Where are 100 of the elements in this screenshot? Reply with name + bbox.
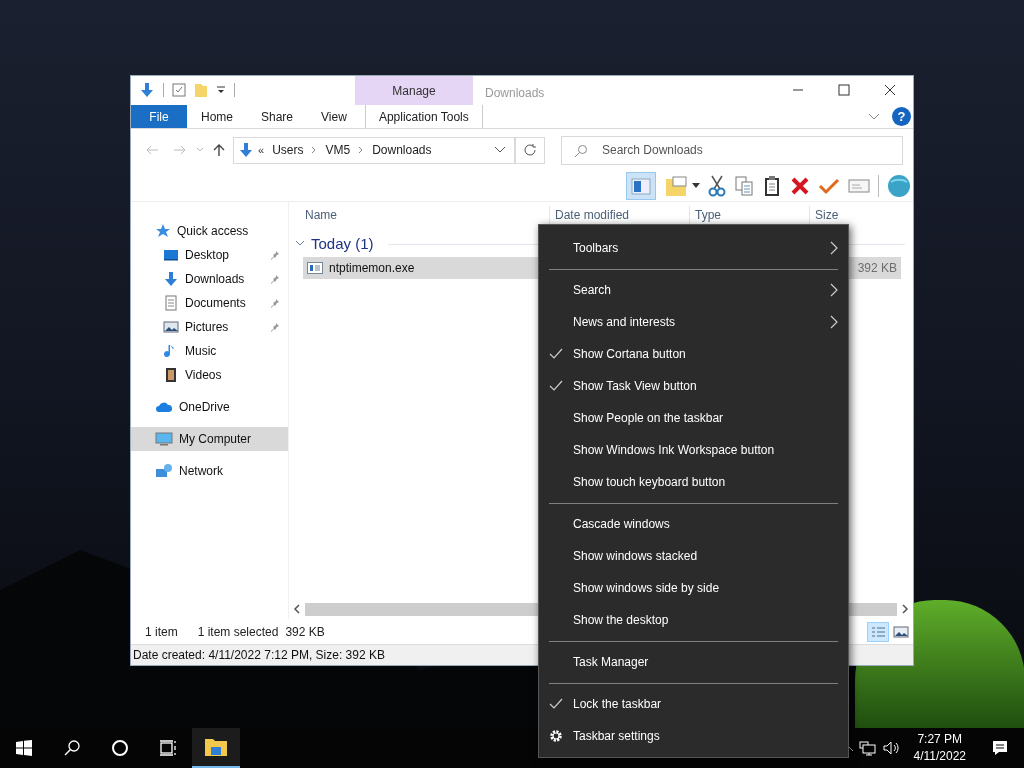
menu-item[interactable]: Show windows stacked [539,540,848,572]
refresh-button[interactable] [515,136,545,164]
history-caret-icon[interactable] [494,146,506,154]
item-count: 1 item [145,623,178,641]
ribbon-tab[interactable]: Application Tools [364,105,483,128]
chevron-icon [358,146,365,154]
scroll-left-icon [293,604,301,614]
nav-label: OneDrive [179,399,231,416]
nav-item[interactable]: Music [131,339,288,363]
help-button[interactable]: ? [892,107,911,126]
address-bar[interactable]: « Users VM5 Downloads [233,136,515,164]
nav-label: My Computer [179,431,253,448]
search-field[interactable]: Search Downloads [561,135,903,165]
download-arrow-icon [163,271,179,287]
group-header[interactable]: Today (1) [311,232,374,256]
caret-icon[interactable] [692,183,700,189]
desktop-icon [163,247,179,263]
scissors-icon[interactable] [708,175,726,197]
menu-item[interactable]: Show People on the taskbar [539,402,848,434]
menu-item[interactable]: Lock the taskbar [539,688,848,720]
breadcrumb[interactable]: Downloads [372,141,432,159]
menu-item[interactable]: Cascade windows [539,508,848,540]
nav-label: Music [185,343,218,360]
menu-label: Show People on the taskbar [573,410,725,427]
up-icon [212,143,226,157]
column-header[interactable]: Date modified [549,205,689,224]
nav-item[interactable]: Desktop [131,243,288,267]
menu-item[interactable]: Show windows side by side [539,572,848,604]
expand-ribbon-icon[interactable] [868,112,880,121]
volume-icon [882,740,901,756]
ribbon-tab[interactable]: Share [247,105,308,128]
scroll-right-icon [901,604,909,614]
clock-time: 7:27 PM [917,731,963,748]
menu-label: Show windows stacked [573,548,699,565]
delete-icon[interactable] [790,176,810,196]
properties-icon[interactable] [172,83,186,97]
start-icon [16,740,32,756]
breadcrumb[interactable]: Users [272,141,304,159]
customize-caret-icon[interactable] [216,85,226,95]
clock[interactable]: 7:27 PM 4/11/2022 [903,731,976,765]
nav-item[interactable]: Pictures [131,315,288,339]
download-arrow-icon[interactable] [139,82,155,98]
selection-size: 392 KB [285,623,325,641]
nav-item[interactable]: Quick access [131,219,288,243]
breadcrumb-overflow[interactable]: « [258,141,265,159]
film-icon [163,367,179,383]
collapse-chevron-icon[interactable] [295,240,305,248]
file-size: 392 KB [857,260,898,277]
clipboard-icon[interactable] [762,175,782,197]
menu-item[interactable]: Toolbars [539,232,848,264]
nav-item[interactable]: Downloads [131,267,288,291]
ribbon-tab[interactable]: View [307,105,361,128]
refresh-icon [523,143,537,157]
ribbon-tab[interactable]: File [131,105,187,128]
column-header[interactable]: Size [809,205,889,224]
nav-item[interactable]: My Computer [131,427,288,451]
file-explorer-taskbar-button[interactable] [192,728,240,768]
nav-item[interactable]: Videos [131,363,288,387]
menu-item[interactable]: Taskbar settings [539,720,848,752]
chevron-icon [311,146,318,154]
ribbon-tab[interactable]: Home [187,105,247,128]
preview-pane-button[interactable] [626,172,656,200]
task-view-icon [159,739,177,757]
maximize-icon [838,84,850,96]
window-title: Downloads [484,85,545,102]
back-icon [145,144,159,156]
network-icon [155,463,173,479]
menu-label: Toolbars [573,240,620,257]
column-header[interactable]: Type [689,205,809,224]
breadcrumb[interactable]: VM5 [325,141,351,159]
search-icon [64,740,80,756]
nav-item[interactable]: OneDrive [131,395,288,419]
menu-item[interactable]: Show the desktop [539,604,848,636]
network-icon [858,740,877,756]
star-icon [155,223,171,239]
notifications-icon [991,739,1009,757]
clock-date: 4/11/2022 [913,748,966,765]
nav-label: Downloads [185,271,246,288]
nav-item[interactable]: Network [131,459,288,483]
copy-icon[interactable] [734,175,754,197]
file-name: ntptimemon.exe [329,260,415,277]
menu-label: Show the desktop [573,612,670,629]
picture-icon [163,319,179,335]
nav-item[interactable]: Documents [131,291,288,315]
nav-label: Videos [185,367,223,384]
menu-item[interactable]: Show touch keyboard button [539,466,848,498]
menu-item[interactable]: Show Task View button [539,370,848,402]
nav-label: Documents [185,295,247,312]
menu-item[interactable]: News and interests [539,306,848,338]
menu-item[interactable]: Show Cortana button [539,338,848,370]
menu-label: Show windows side by side [573,580,721,597]
large-icons-view-icon[interactable] [893,624,909,639]
globe-icon[interactable] [887,174,911,198]
menu-item[interactable]: Show Windows Ink Workspace button [539,434,848,466]
selection-count: 1 item selected [197,623,279,641]
preview-pane-icon [630,176,652,196]
menu-label: News and interests [573,314,677,331]
menu-item[interactable]: Search [539,274,848,306]
column-header[interactable]: Name [289,205,549,224]
checkmark-icon[interactable] [818,176,840,196]
